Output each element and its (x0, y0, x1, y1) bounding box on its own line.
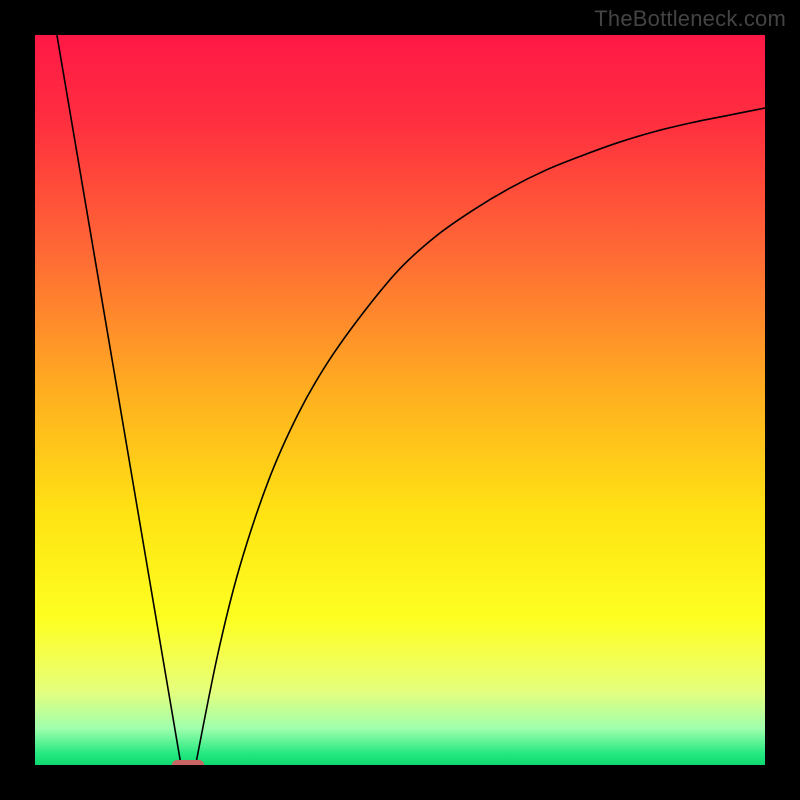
plot-area (35, 35, 765, 765)
chart-curves (35, 35, 765, 765)
left-line-path (57, 35, 181, 765)
chart-frame: TheBottleneck.com (0, 0, 800, 800)
right-curve-path (196, 108, 765, 765)
watermark-text: TheBottleneck.com (594, 6, 786, 32)
bottleneck-marker (172, 760, 204, 765)
